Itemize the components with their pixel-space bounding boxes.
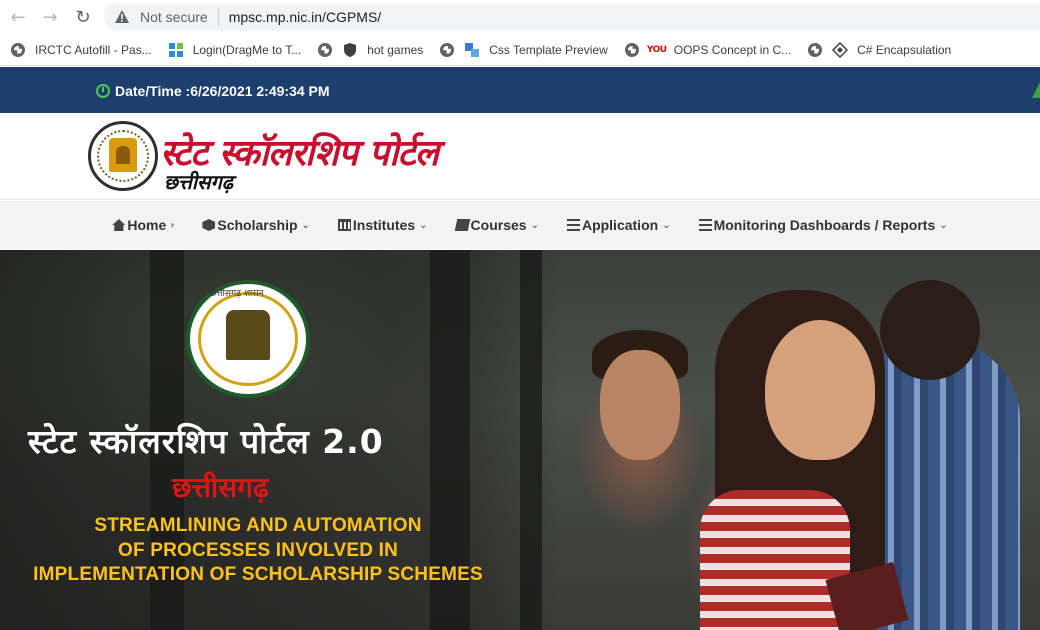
banner-student bbox=[880, 280, 980, 380]
globe-icon bbox=[807, 42, 823, 58]
banner-tagline: STREAMLINING AND AUTOMATION bbox=[94, 515, 422, 536]
chevron-down-icon: ⌄ bbox=[419, 219, 428, 231]
bookmark-irctc[interactable]: IRCTC Autofill - Pas... bbox=[10, 42, 152, 58]
book-icon bbox=[454, 219, 470, 231]
bookmarks-bar: IRCTC Autofill - Pas... Login(DragMe to … bbox=[0, 34, 1040, 66]
portal-logo-subtitle: छत्तीसगढ़ bbox=[164, 170, 234, 194]
banner-student bbox=[600, 350, 680, 460]
puzzle-icon bbox=[832, 41, 849, 58]
bookmark-label: Css Template Preview bbox=[489, 42, 608, 57]
back-arrow-icon[interactable]: ← bbox=[8, 7, 28, 28]
css-preview-icon bbox=[464, 42, 480, 58]
warning-icon[interactable] bbox=[114, 9, 130, 25]
nav-institutes[interactable]: Institutes ⌄ bbox=[337, 217, 428, 233]
nav-label: Institutes bbox=[352, 217, 416, 233]
banner-tagline: OF PROCESSES INVOLVED IN bbox=[118, 540, 398, 561]
bookmark-hot-games[interactable]: hot games bbox=[317, 42, 423, 58]
address-bar[interactable]: Not secure mpsc.mp.nic.in/CGPMS/ bbox=[104, 3, 1040, 31]
globe-icon bbox=[624, 42, 640, 58]
bookmark-label: Login(DragMe to T... bbox=[192, 42, 302, 57]
nav-label: Courses bbox=[470, 217, 527, 233]
emblem-text: छत्तीसगढ़ शासन bbox=[210, 289, 264, 299]
browser-toolbar: ← → ↻ Not secure mpsc.mp.nic.in/CGPMS/ bbox=[0, 0, 1040, 34]
state-emblem-icon[interactable] bbox=[88, 121, 158, 191]
site-topbar: Date/Time :6/26/2021 2:49:34 PM bbox=[0, 67, 1040, 113]
cube-icon bbox=[202, 219, 216, 231]
bank-icon bbox=[337, 219, 351, 231]
omnibox-divider bbox=[217, 8, 219, 26]
globe-icon bbox=[317, 42, 333, 58]
nav-monitoring[interactable]: Monitoring Dashboards / Reports ⌄ bbox=[698, 217, 948, 233]
banner-title: स्टेट स्कॉलरशिप पोर्टल 2.0 bbox=[28, 422, 384, 461]
bookmark-css-template[interactable]: Css Template Preview bbox=[439, 42, 608, 58]
bookmark-csharp[interactable]: C# Encapsulation bbox=[807, 41, 952, 58]
shield-icon bbox=[342, 42, 358, 58]
youtube-icon: YOU bbox=[646, 44, 667, 55]
chevron-down-icon: ⌄ bbox=[530, 219, 539, 231]
banner-student bbox=[765, 320, 875, 460]
arrow-icon[interactable] bbox=[1032, 82, 1040, 98]
nav-label: Home bbox=[127, 217, 167, 233]
chevron-down-icon: ⌄ bbox=[301, 219, 310, 231]
chevron-right-icon: › bbox=[170, 219, 175, 231]
main-nav: Home › Scholarship ⌄ Institutes ⌄ Course… bbox=[0, 201, 1040, 249]
datetime-display: Date/Time :6/26/2021 2:49:34 PM bbox=[96, 83, 330, 99]
home-icon bbox=[112, 219, 126, 231]
nav-label: Application bbox=[581, 217, 659, 233]
globe-icon bbox=[10, 42, 26, 58]
nav-label: Monitoring Dashboards / Reports bbox=[713, 217, 936, 233]
chevron-down-icon: ⌄ bbox=[662, 219, 671, 231]
chevron-down-icon: ⌄ bbox=[939, 219, 948, 231]
nav-courses[interactable]: Courses ⌄ bbox=[454, 217, 539, 233]
bars-icon bbox=[698, 219, 712, 231]
banner-tagline: IMPLEMENTATION OF SCHOLARSHIP SCHEMES bbox=[33, 564, 483, 585]
clock-icon bbox=[96, 84, 110, 98]
site-header: स्टेट स्कॉलरशिप पोर्टल छत्तीसगढ़ bbox=[0, 113, 1040, 200]
globe-icon bbox=[439, 42, 455, 58]
hero-banner: छत्तीसगढ़ शासन स्टेट स्कॉलरशिप पोर्टल 2.… bbox=[0, 250, 1040, 630]
bookmark-label: hot games bbox=[367, 42, 424, 57]
bars-icon bbox=[566, 219, 580, 231]
forward-arrow-icon[interactable]: → bbox=[40, 7, 60, 28]
nav-scholarship[interactable]: Scholarship ⌄ bbox=[202, 217, 310, 233]
bookmark-label: OOPS Concept in C... bbox=[673, 42, 792, 57]
cg-govt-logo-icon: छत्तीसगढ़ शासन bbox=[186, 280, 310, 398]
url-text[interactable]: mpsc.mp.nic.in/CGPMS/ bbox=[229, 9, 381, 25]
not-secure-label[interactable]: Not secure bbox=[140, 9, 208, 25]
banner-student bbox=[700, 490, 850, 630]
nav-home[interactable]: Home › bbox=[112, 217, 174, 233]
nav-application[interactable]: Application ⌄ bbox=[566, 217, 671, 233]
bookmark-oops[interactable]: YOU OOPS Concept in C... bbox=[624, 42, 791, 58]
bookmark-label: IRCTC Autofill - Pas... bbox=[35, 42, 152, 57]
bookmark-login[interactable]: Login(DragMe to T... bbox=[168, 42, 302, 58]
grid-icon bbox=[168, 42, 184, 58]
reload-icon[interactable]: ↻ bbox=[73, 7, 93, 28]
nav-label: Scholarship bbox=[217, 217, 298, 233]
datetime-text: Date/Time :6/26/2021 2:49:34 PM bbox=[115, 83, 330, 99]
bookmark-label: C# Encapsulation bbox=[857, 42, 952, 57]
banner-subtitle: छत्तीसगढ़ bbox=[172, 471, 269, 504]
